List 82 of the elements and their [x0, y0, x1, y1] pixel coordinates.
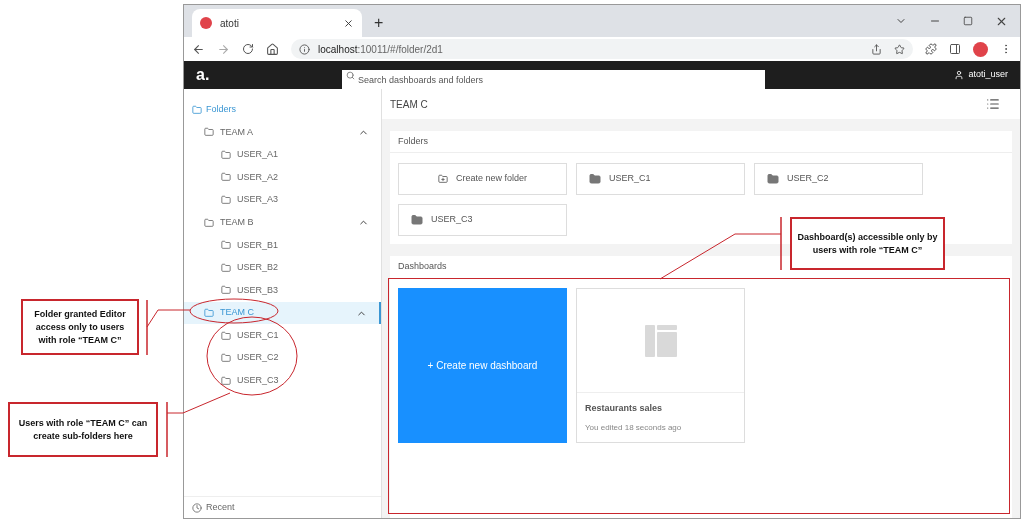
folder-label: USER_C3 — [237, 374, 280, 388]
folder-label: TEAM A — [220, 125, 254, 139]
folder-tree-item[interactable]: USER_C2 — [184, 346, 381, 370]
folder-tree-item[interactable]: TEAM A — [184, 121, 381, 144]
folder-tree-item[interactable]: USER_C3 — [184, 369, 381, 393]
folder-label: TEAM C — [220, 306, 255, 320]
folder-tree-item[interactable]: USER_A2 — [184, 166, 381, 189]
profile-avatar-icon[interactable] — [973, 41, 988, 57]
dashboard-subtitle: You edited 18 seconds ago — [584, 421, 683, 434]
dashboard-layout-icon — [644, 324, 677, 357]
extensions-icon[interactable] — [925, 43, 937, 55]
folder-icon — [204, 217, 214, 228]
page-title: TEAM C — [390, 97, 429, 112]
folder-card[interactable]: USER_C3 — [398, 204, 567, 236]
folder-label: USER_A2 — [237, 170, 280, 184]
address-bar[interactable]: localhost:10011/#/folder/2d1 — [291, 39, 913, 59]
folder-card[interactable]: USER_C2 — [754, 163, 923, 195]
reload-icon[interactable] — [242, 43, 254, 55]
folder-icon — [221, 375, 231, 386]
folder-icon — [221, 285, 231, 296]
folder-tree-item[interactable]: USER_A1 — [184, 143, 381, 167]
folder-plus-icon — [437, 174, 448, 184]
new-tab-button[interactable]: + — [362, 9, 396, 37]
folder-label: USER_C1 — [237, 328, 280, 342]
site-info-icon[interactable] — [299, 43, 310, 55]
folder-icon — [767, 173, 779, 185]
panel-heading: Dashboards — [397, 260, 448, 274]
folder-label: USER_B1 — [237, 238, 280, 252]
folder-tree-item[interactable]: USER_B3 — [184, 279, 381, 302]
folder-icon — [221, 262, 231, 273]
forward-icon[interactable] — [217, 42, 230, 56]
create-folder-button[interactable]: Create new folder — [398, 163, 567, 195]
folder-card[interactable]: USER_C1 — [576, 163, 745, 195]
folder-tree-item[interactable]: USER_B2 — [184, 256, 381, 280]
folder-icon — [221, 172, 231, 183]
favicon-icon — [200, 17, 212, 29]
url-text: localhost:10011/#/folder/2d1 — [318, 42, 443, 57]
home-icon[interactable] — [266, 42, 279, 56]
folder-icon — [221, 149, 231, 160]
user-name[interactable]: atoti_user — [968, 68, 1008, 82]
user-icon — [954, 70, 965, 80]
callout-note: Folder granted Editor access only to users with role “TEAM C” — [21, 299, 139, 355]
callout-note: Dashboard(s) accessible only by users with role “TEAM C” — [790, 217, 945, 270]
search-icon — [346, 70, 355, 80]
folder-label: USER_B2 — [237, 261, 280, 275]
dashboard-title: Restaurants sales — [584, 402, 664, 415]
maximize-icon[interactable] — [963, 16, 973, 26]
folder-label: USER_A1 — [237, 148, 280, 162]
callout-note: Users with role “TEAM C” can create sub-folders here — [8, 402, 158, 457]
list-view-icon[interactable] — [986, 97, 1000, 111]
folder-icon — [221, 330, 231, 341]
dashboard-card[interactable]: Restaurants sales You edited 18 seconds ago — [576, 288, 745, 443]
side-panel-icon[interactable] — [949, 43, 961, 55]
bookmark-icon[interactable] — [894, 43, 905, 55]
folder-label: USER_B3 — [237, 283, 280, 297]
folder-tree-item[interactable]: USER_C1 — [184, 324, 381, 347]
folder-tree-item[interactable]: USER_A3 — [184, 188, 381, 212]
folder-icon — [221, 240, 231, 251]
folder-label: USER_C2 — [237, 351, 280, 365]
folder-label: Folders — [206, 103, 236, 117]
folder-icon — [204, 308, 214, 319]
tab-title: atoti — [220, 16, 240, 31]
close-tab-icon[interactable] — [343, 17, 354, 29]
folder-tree-item[interactable]: USER_B1 — [184, 233, 381, 257]
folder-tree-item[interactable]: TEAM B — [184, 211, 381, 234]
panel-heading: Folders — [390, 131, 1012, 153]
folder-icon — [192, 105, 202, 115]
clock-icon — [192, 502, 202, 513]
folder-icon — [411, 214, 423, 226]
logo[interactable]: a. — [196, 63, 342, 87]
folders-root-item[interactable]: Folders — [184, 99, 381, 121]
recent-link[interactable]: Recent — [184, 496, 381, 518]
search-field[interactable]: Search dashboards and folders — [342, 70, 765, 89]
folder-icon — [204, 127, 214, 138]
folder-icon — [589, 173, 601, 185]
back-icon[interactable] — [192, 42, 205, 56]
share-icon[interactable] — [871, 43, 882, 55]
folder-label: USER_A3 — [237, 193, 280, 207]
browser-tab[interactable]: atoti — [192, 9, 362, 37]
folder-label: TEAM B — [220, 215, 255, 229]
folder-icon — [221, 195, 231, 206]
folder-icon — [221, 353, 231, 364]
